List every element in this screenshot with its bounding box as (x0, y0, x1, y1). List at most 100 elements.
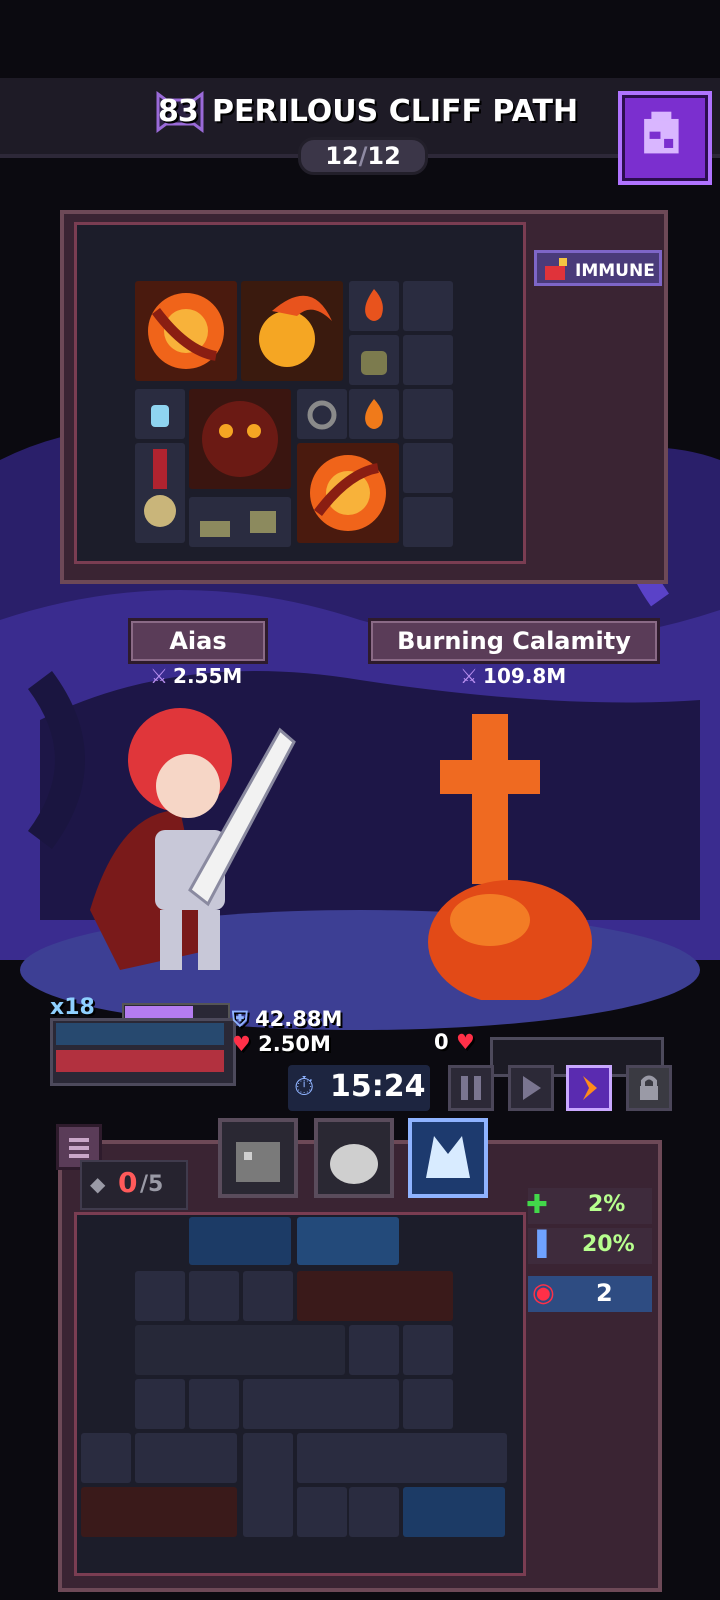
demon-face-icon: ◉ (532, 1278, 555, 1308)
potion-icon (151, 405, 169, 427)
ice-crystal-item[interactable] (297, 1217, 399, 1265)
rocks-item[interactable] (189, 497, 291, 547)
ice-axe-item[interactable] (243, 1433, 293, 1537)
level-number: 83 (158, 94, 199, 129)
gem-icon: ◆ (90, 1172, 106, 1196)
slot-count-total: /5 (140, 1172, 164, 1197)
medal-icon (144, 449, 176, 527)
fire-horn-icon (310, 455, 386, 531)
speed-button[interactable] (566, 1065, 612, 1111)
hero-name: Aias (169, 627, 227, 655)
armor-bars-icon: ▐ (528, 1230, 547, 1258)
pumpkin-potion-item[interactable] (189, 1379, 239, 1429)
play-icon (523, 1076, 541, 1100)
red-gem-item[interactable] (403, 1325, 453, 1375)
hero-name-plate: Aias (128, 618, 268, 664)
play-button[interactable] (508, 1065, 554, 1111)
empty-slot[interactable] (403, 281, 453, 331)
combo-multiplier: x18 (50, 995, 95, 1020)
stat-armor: ▐ 20% (528, 1228, 652, 1264)
potion-item[interactable] (135, 389, 185, 439)
inventory-grid (74, 1212, 526, 1576)
sack-icon (361, 351, 387, 375)
staff-item[interactable] (243, 1271, 293, 1321)
heal-plus-icon: ✚ (526, 1190, 548, 1220)
hero-shield-bar (56, 1023, 224, 1045)
tab-ally-2[interactable] (314, 1118, 394, 1198)
ice-cat-portrait-icon (426, 1136, 470, 1178)
immune-label: IMMUNE (575, 261, 655, 281)
longsword-item[interactable] (135, 1325, 345, 1375)
speed-arrow-icon (583, 1076, 597, 1100)
stat-heal-value: 2% (588, 1192, 626, 1217)
enemy-name: Burning Calamity (397, 627, 631, 655)
stage-title: PERILOUS CLIFF PATH (212, 94, 579, 129)
tab-ally-1[interactable] (218, 1118, 298, 1198)
hero-power-value: 2.55M (173, 664, 243, 688)
ice-shield-item[interactable] (403, 1487, 505, 1537)
pause-button[interactable] (448, 1065, 494, 1111)
glove-item[interactable] (349, 1487, 399, 1537)
fire-horn-item[interactable] (135, 281, 237, 381)
demon-mask-item[interactable] (189, 389, 291, 489)
tab-ally-3[interactable] (408, 1118, 488, 1198)
backpack-icon (644, 111, 679, 154)
enemy-health-value: 0 (434, 1030, 449, 1054)
enemy-health-stat: 0 ♥ (434, 1030, 475, 1054)
empty-slot[interactable] (135, 1271, 185, 1321)
progress-total: 12 (367, 142, 401, 170)
herb-item[interactable] (297, 1487, 347, 1537)
banner-item[interactable] (81, 1487, 237, 1537)
hero-exp-fill (125, 1006, 193, 1018)
gauntlet-item[interactable] (135, 1379, 185, 1429)
empty-slot[interactable] (403, 443, 453, 493)
loot-grid (74, 222, 526, 564)
stat-enemy-count: ◉ 2 (528, 1276, 652, 1312)
empty-slot[interactable] (403, 335, 453, 385)
stat-heal: ✚ 2% (526, 1188, 652, 1224)
sword-icon: ⚔ (150, 664, 168, 688)
lock-icon (640, 1075, 658, 1100)
fire-ring-item[interactable] (81, 1433, 131, 1483)
greatsword-item[interactable] (297, 1433, 507, 1483)
hero-shield-value: 42.88M (255, 1007, 343, 1031)
heart-icon: ♥ (232, 1032, 251, 1056)
battle-timer-value: 15:24 (330, 1069, 426, 1104)
hero-shield-stat: ⛨ 42.88M (232, 1007, 342, 1032)
banner-item[interactable] (297, 1271, 453, 1321)
locked-button[interactable] (626, 1065, 672, 1111)
hero-sprite[interactable] (60, 690, 320, 1000)
stat-armor-value: 20% (582, 1232, 635, 1257)
status-immune-badge[interactable]: IMMUNE (534, 250, 662, 286)
backpack-button[interactable] (618, 91, 712, 185)
frost-blade-item[interactable] (189, 1217, 291, 1265)
wolf-portrait-icon (236, 1142, 280, 1182)
empty-slot[interactable] (403, 497, 453, 547)
rune-item[interactable] (403, 1379, 453, 1429)
spear-item[interactable] (135, 1433, 237, 1483)
enemy-grave-sprite[interactable] (420, 710, 620, 1000)
fireball-item[interactable] (241, 281, 343, 381)
flame-item[interactable] (349, 389, 399, 439)
hero-health-stat: ♥ 2.50M (232, 1032, 331, 1056)
slot-counter: ◆ 0 /5 (80, 1160, 188, 1210)
rune-item[interactable] (189, 1271, 239, 1321)
flame-icon (365, 399, 383, 429)
shield-icon: ⛨ (232, 1007, 248, 1031)
pause-icon (461, 1076, 481, 1100)
sword-icon: ⚔ (460, 664, 478, 688)
enemy-power: ⚔ 109.8M (460, 664, 566, 688)
bag-item[interactable] (349, 335, 399, 385)
flame-icon (365, 289, 383, 321)
hero-power: ⚔ 2.55M (150, 664, 242, 688)
fire-horn-item[interactable] (297, 443, 399, 543)
clock-icon: ⏱ (294, 1072, 315, 1102)
orb-item[interactable] (349, 1325, 399, 1375)
heart-icon: ♥ (455, 1030, 475, 1054)
medal-item[interactable] (135, 443, 185, 543)
empty-slot[interactable] (403, 389, 453, 439)
hero-health-bar (56, 1050, 224, 1072)
bow-item[interactable] (243, 1379, 399, 1429)
flame-item[interactable] (349, 281, 399, 331)
ring-item[interactable] (297, 389, 347, 439)
